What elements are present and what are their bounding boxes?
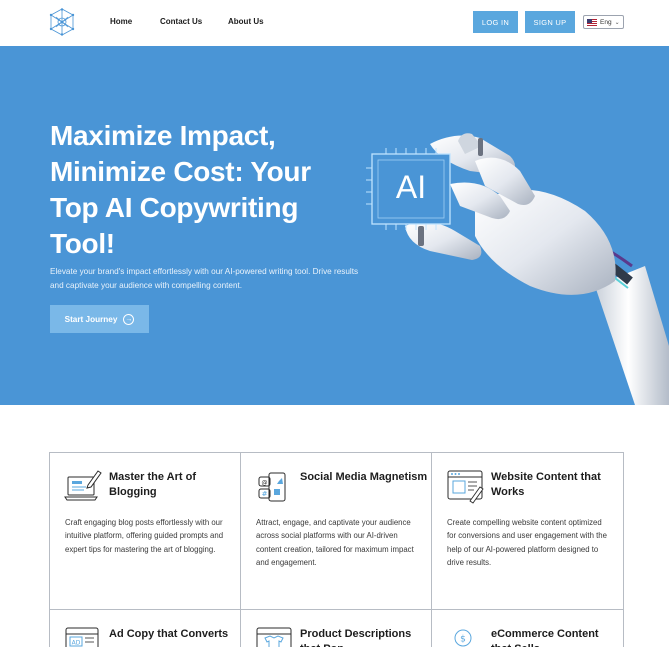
blog-laptop-icon [64,470,102,501]
logo-icon[interactable] [48,8,76,36]
us-flag-icon [587,18,597,26]
feature-description: Create compelling website content optimi… [447,518,607,567]
ecommerce-icon: $ [454,629,472,647]
signup-button[interactable]: SIGN UP [525,11,575,33]
feature-card-ecommerce: $ eCommerce Content that Sells [432,609,623,647]
ad-copy-icon: AD [65,627,99,647]
social-media-icon: # @ [258,472,286,502]
feature-card-blogging: Master the Art of Blogging Craft engagin… [50,453,241,609]
feature-title: eCommerce Content that Sells [491,628,599,647]
svg-text:AD: AD [72,640,81,647]
feature-description: Craft engaging blog posts effortlessly w… [65,518,224,554]
feature-card-product-descriptions: Product Descriptions that Pop [241,609,432,647]
feature-description: Attract, engage, and captivate your audi… [256,518,414,567]
start-journey-button[interactable]: Start Journey → [50,305,149,333]
arrow-right-circle-icon: → [123,313,135,325]
feature-title: Website Content that Works [491,471,601,498]
hero-title: Maximize Impact, Minimize Cost: Your Top… [50,120,311,259]
feature-card-website-content: Website Content that Works Create compel… [432,453,623,609]
chevron-down-icon: ⌄ [614,19,620,26]
nav-home[interactable]: Home [110,17,132,26]
website-content-icon [447,470,484,504]
feature-title: Social Media Magnetism [300,471,428,483]
features-grid: Master the Art of Blogging Craft engagin… [49,452,624,647]
site-header: Home Contact Us About Us LOG IN SIGN UP … [0,0,669,46]
feature-card-ad-copy: AD Ad Copy that Converts [50,609,241,647]
chip-ai-text: AI [396,169,426,205]
hero-section: Maximize Impact, Minimize Cost: Your Top… [0,46,669,405]
start-journey-label: Start Journey [64,314,118,324]
hero-subtitle: Elevate your brand's impact effortlessly… [50,267,359,290]
login-button[interactable]: LOG IN [473,11,518,33]
robot-hand-image: AI [366,133,669,405]
nav-contact-us[interactable]: Contact Us [160,17,202,26]
feature-title: Product Descriptions that Pop [300,628,412,647]
svg-text:@: @ [262,480,268,487]
nav-about-us[interactable]: About Us [228,17,264,26]
svg-text:$: $ [460,635,466,645]
feature-title: Ad Copy that Converts [109,628,229,640]
svg-text:#: # [262,490,268,498]
language-selector[interactable]: Eng ⌄ [583,15,624,29]
language-label: Eng [600,18,612,26]
feature-card-social-media: # @ Social Media Magnetism Attract, enga… [241,453,432,609]
feature-title: Master the Art of Blogging [109,471,196,498]
product-description-icon [256,627,292,647]
